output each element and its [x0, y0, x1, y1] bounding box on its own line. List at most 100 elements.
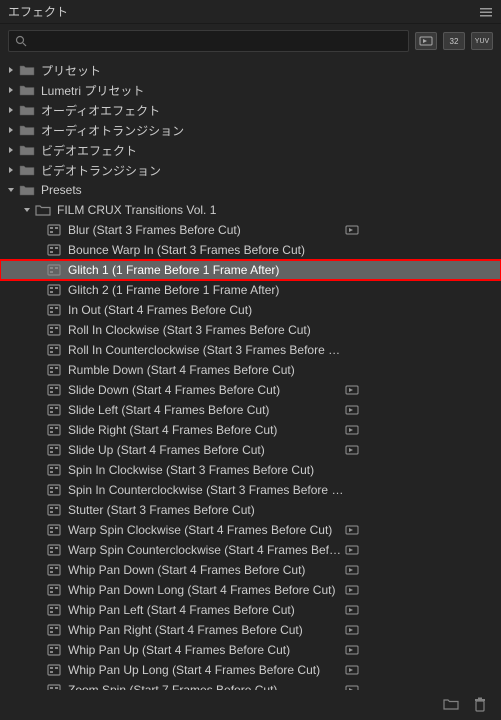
- preset-item[interactable]: Warp Spin Clockwise (Start 4 Frames Befo…: [0, 520, 501, 540]
- folder-row[interactable]: ビデオトランジション: [0, 160, 501, 180]
- chevron-down-icon[interactable]: [22, 205, 32, 215]
- preset-icon: [46, 583, 62, 597]
- badge-area: [345, 664, 495, 676]
- effects-tree: プリセット Lumetri プリセットオーディオエフェクトオーディオトランジション…: [0, 58, 501, 720]
- preset-label: Glitch 1 (1 Frame Before 1 Frame After): [68, 263, 345, 277]
- preset-label: Whip Pan Up (Start 4 Frames Before Cut): [68, 643, 345, 657]
- bin-label: FILM CRUX Transitions Vol. 1: [57, 203, 345, 217]
- search-input[interactable]: [31, 34, 402, 48]
- new-bin-icon[interactable]: [443, 697, 459, 713]
- badge-area: [345, 544, 495, 556]
- folder-icon: [19, 103, 35, 117]
- preset-item[interactable]: Slide Right (Start 4 Frames Before Cut): [0, 420, 501, 440]
- bin-icon: [35, 203, 51, 217]
- preset-label: Roll In Clockwise (Start 3 Frames Before…: [68, 323, 345, 337]
- accel-badge-icon: [345, 384, 359, 396]
- preset-icon: [46, 663, 62, 677]
- preset-icon: [46, 623, 62, 637]
- preset-item[interactable]: Whip Pan Right (Start 4 Frames Before Cu…: [0, 620, 501, 640]
- preset-icon: [46, 563, 62, 577]
- chevron-right-icon[interactable]: [6, 105, 16, 115]
- preset-item[interactable]: Glitch 2 (1 Frame Before 1 Frame After): [0, 280, 501, 300]
- preset-item[interactable]: Slide Left (Start 4 Frames Before Cut): [0, 400, 501, 420]
- search-box[interactable]: [8, 30, 409, 52]
- preset-label: Slide Right (Start 4 Frames Before Cut): [68, 423, 345, 437]
- preset-item[interactable]: Spin In Clockwise (Start 3 Frames Before…: [0, 460, 501, 480]
- preset-item[interactable]: Roll In Counterclockwise (Start 3 Frames…: [0, 340, 501, 360]
- folder-row[interactable]: ビデオエフェクト: [0, 140, 501, 160]
- folder-row[interactable]: プリセット: [0, 60, 501, 80]
- badge-area: [345, 604, 495, 616]
- preset-icon: [46, 643, 62, 657]
- preset-item[interactable]: Blur (Start 3 Frames Before Cut): [0, 220, 501, 240]
- preset-item[interactable]: Whip Pan Down (Start 4 Frames Before Cut…: [0, 560, 501, 580]
- preset-icon: [46, 363, 62, 377]
- folder-icon: [19, 163, 35, 177]
- bin-row[interactable]: FILM CRUX Transitions Vol. 1: [0, 200, 501, 220]
- preset-icon: [46, 383, 62, 397]
- folder-label: Presets: [41, 183, 345, 197]
- accel-badge-icon: [345, 584, 359, 596]
- preset-icon: [46, 543, 62, 557]
- preset-label: Whip Pan Down (Start 4 Frames Before Cut…: [68, 563, 345, 577]
- badge-area: [345, 424, 495, 436]
- preset-label: Whip Pan Left (Start 4 Frames Before Cut…: [68, 603, 345, 617]
- accel-badge-icon: [345, 644, 359, 656]
- preset-item[interactable]: Roll In Clockwise (Start 3 Frames Before…: [0, 320, 501, 340]
- preset-item[interactable]: Rumble Down (Start 4 Frames Before Cut): [0, 360, 501, 380]
- preset-item[interactable]: Slide Down (Start 4 Frames Before Cut): [0, 380, 501, 400]
- preset-item[interactable]: Stutter (Start 3 Frames Before Cut): [0, 500, 501, 520]
- preset-label: Roll In Counterclockwise (Start 3 Frames…: [68, 343, 345, 357]
- preset-label: Stutter (Start 3 Frames Before Cut): [68, 503, 345, 517]
- accel-badge-icon: [345, 424, 359, 436]
- folder-icon: [19, 63, 35, 77]
- folder-row[interactable]: オーディオトランジション: [0, 120, 501, 140]
- chevron-right-icon[interactable]: [6, 65, 16, 75]
- preset-icon: [46, 303, 62, 317]
- fx-yuv-button[interactable]: YUV: [471, 32, 493, 50]
- chevron-down-icon[interactable]: [6, 185, 16, 195]
- preset-item[interactable]: Spin In Counterclockwise (Start 3 Frames…: [0, 480, 501, 500]
- panel-footer: [0, 690, 501, 720]
- preset-item[interactable]: Whip Pan Up Long (Start 4 Frames Before …: [0, 660, 501, 680]
- preset-label: Warp Spin Clockwise (Start 4 Frames Befo…: [68, 523, 345, 537]
- folder-row[interactable]: Lumetri プリセット: [0, 80, 501, 100]
- folder-icon: [19, 143, 35, 157]
- folder-icon: [19, 183, 35, 197]
- preset-label: Bounce Warp In (Start 3 Frames Before Cu…: [68, 243, 345, 257]
- folder-label: ビデオトランジション: [41, 162, 345, 179]
- preset-item[interactable]: Whip Pan Left (Start 4 Frames Before Cut…: [0, 600, 501, 620]
- folder-row[interactable]: Presets: [0, 180, 501, 200]
- chevron-right-icon[interactable]: [6, 125, 16, 135]
- badge-area: [345, 404, 495, 416]
- preset-item[interactable]: Whip Pan Up (Start 4 Frames Before Cut): [0, 640, 501, 660]
- chevron-right-icon[interactable]: [6, 145, 16, 155]
- panel-header: エフェクト: [0, 0, 501, 24]
- panel-menu-icon[interactable]: [479, 5, 493, 19]
- preset-label: Whip Pan Right (Start 4 Frames Before Cu…: [68, 623, 345, 637]
- badge-area: [345, 524, 495, 536]
- preset-icon: [46, 483, 62, 497]
- accel-badge-icon: [345, 224, 359, 236]
- badge-area: [345, 564, 495, 576]
- preset-item[interactable]: In Out (Start 4 Frames Before Cut): [0, 300, 501, 320]
- folder-label: Lumetri プリセット: [41, 82, 345, 99]
- preset-item[interactable]: Glitch 1 (1 Frame Before 1 Frame After): [0, 260, 501, 280]
- preset-label: Glitch 2 (1 Frame Before 1 Frame After): [68, 283, 345, 297]
- badge-area: [345, 644, 495, 656]
- chevron-right-icon[interactable]: [6, 165, 16, 175]
- preset-item[interactable]: Whip Pan Down Long (Start 4 Frames Befor…: [0, 580, 501, 600]
- fx-32-button[interactable]: 32: [443, 32, 465, 50]
- accel-badge-icon: [345, 664, 359, 676]
- preset-item[interactable]: Warp Spin Counterclockwise (Start 4 Fram…: [0, 540, 501, 560]
- preset-icon: [46, 463, 62, 477]
- preset-item[interactable]: Slide Up (Start 4 Frames Before Cut): [0, 440, 501, 460]
- preset-item[interactable]: Bounce Warp In (Start 3 Frames Before Cu…: [0, 240, 501, 260]
- folder-row[interactable]: オーディオエフェクト: [0, 100, 501, 120]
- fx-accel-button[interactable]: [415, 32, 437, 50]
- trash-icon[interactable]: [473, 697, 489, 713]
- preset-icon: [46, 423, 62, 437]
- preset-icon: [46, 443, 62, 457]
- chevron-right-icon[interactable]: [6, 85, 16, 95]
- preset-label: Spin In Clockwise (Start 3 Frames Before…: [68, 463, 345, 477]
